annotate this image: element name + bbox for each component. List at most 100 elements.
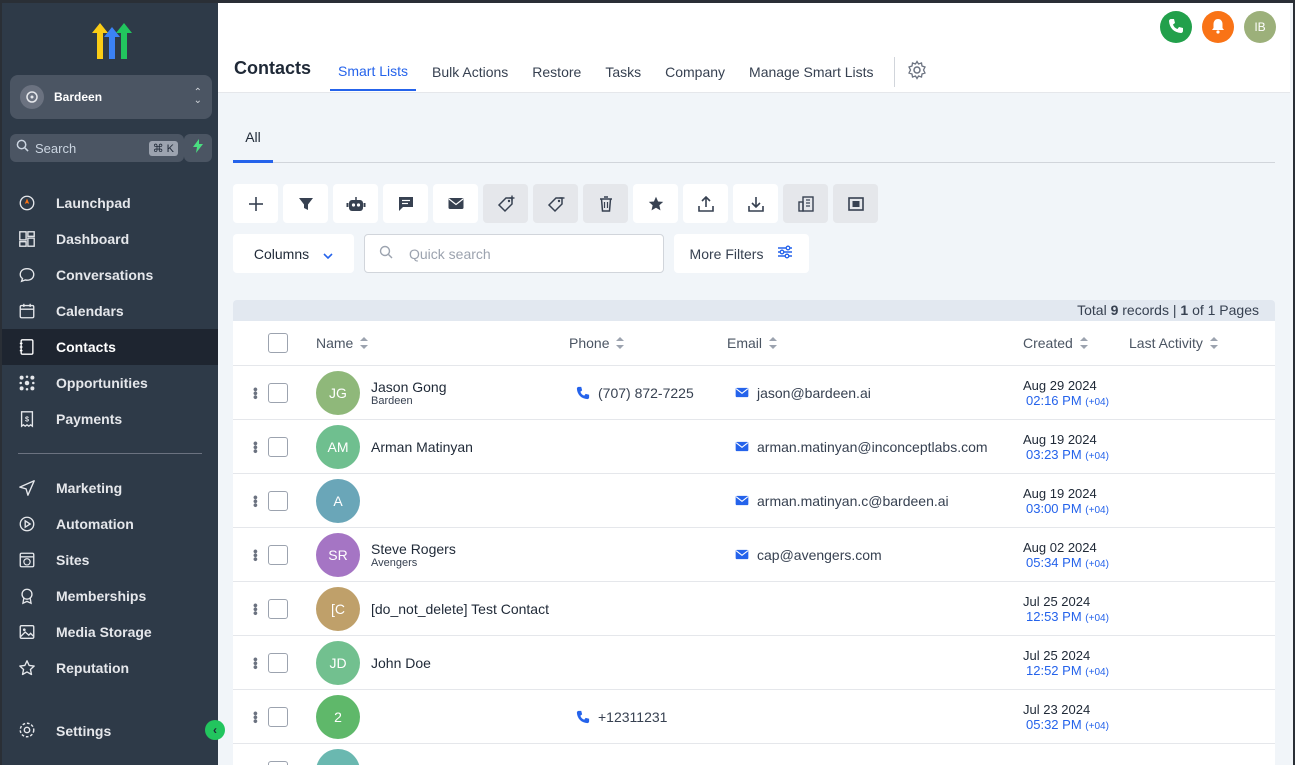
phone-button[interactable] xyxy=(1160,11,1192,43)
merge-button[interactable] xyxy=(833,184,878,223)
column-header-email[interactable]: Email xyxy=(727,321,778,365)
contact-email[interactable]: arman.matinyan.c@bardeen.ai xyxy=(757,493,949,509)
drag-handle-icon[interactable]: ••• xyxy=(248,441,264,453)
column-header-last-activity[interactable]: Last Activity xyxy=(1129,321,1219,365)
sidebar-item-opportunities[interactable]: Opportunities xyxy=(2,365,218,401)
select-all-checkbox[interactable] xyxy=(268,333,288,353)
tab-bulk-actions[interactable]: Bulk Actions xyxy=(424,53,516,91)
sidebar-item-contacts[interactable]: Contacts xyxy=(2,329,218,365)
sidebar-item-media-storage[interactable]: Media Storage xyxy=(2,614,218,650)
avatar[interactable] xyxy=(316,748,360,765)
row-checkbox[interactable] xyxy=(268,436,288,457)
columns-button[interactable]: Columns xyxy=(233,234,354,273)
sidebar-item-calendars[interactable]: Calendars xyxy=(2,293,218,329)
contact-phone[interactable]: (707) 872-7225 xyxy=(598,385,694,401)
contact-email[interactable]: jason@bardeen.ai xyxy=(757,385,871,401)
sidebar-item-settings[interactable]: Settings xyxy=(2,713,218,749)
export-icon xyxy=(697,195,714,212)
avatar[interactable]: [C xyxy=(316,586,360,631)
avatar[interactable]: SR xyxy=(316,532,360,577)
row-checkbox[interactable] xyxy=(268,598,288,619)
sidebar-item-launchpad[interactable]: Launchpad xyxy=(2,185,218,221)
robot-button[interactable] xyxy=(333,184,378,223)
quick-action-button[interactable] xyxy=(184,134,212,162)
contact-email[interactable]: cap@avengers.com xyxy=(757,547,882,563)
star-button[interactable] xyxy=(633,184,678,223)
quick-search-input[interactable]: Quick search xyxy=(364,234,664,273)
sidebar-item-reputation[interactable]: Reputation xyxy=(2,650,218,686)
table-row[interactable]: ••• Aarman.matinyan.c@bardeen.ai Aug 19 20… xyxy=(233,474,1275,528)
sort-icon xyxy=(1209,336,1219,350)
tab-restore[interactable]: Restore xyxy=(524,53,589,91)
building-button[interactable] xyxy=(783,184,828,223)
column-header-name[interactable]: Name xyxy=(316,321,369,365)
drag-handle-icon[interactable]: ••• xyxy=(248,711,264,723)
sidebar-item-dashboard[interactable]: Dashboard xyxy=(2,221,218,257)
sidebar-item-sites[interactable]: Sites xyxy=(2,542,218,578)
contact-phone[interactable]: +12311231 xyxy=(598,709,667,725)
contact-name[interactable]: [do_not_delete] Test Contact xyxy=(371,601,549,617)
row-checkbox[interactable] xyxy=(268,652,288,673)
tab-smart-lists[interactable]: Smart Lists xyxy=(330,53,417,91)
collapse-sidebar-button[interactable]: ‹ xyxy=(205,720,225,740)
message-button[interactable] xyxy=(383,184,428,223)
table-row[interactable]: ••• JG Jason Gong Bardeen (707) 872-7225 jaso… xyxy=(233,366,1275,420)
row-checkbox[interactable] xyxy=(268,382,288,403)
email-button[interactable] xyxy=(433,184,478,223)
drag-handle-icon[interactable]: ••• xyxy=(248,495,264,507)
row-checkbox[interactable] xyxy=(268,706,288,727)
add-button[interactable] xyxy=(233,184,278,223)
row-checkbox[interactable] xyxy=(268,760,288,765)
table-row[interactable]: •••Jun 27 2024 xyxy=(233,744,1275,765)
notifications-button[interactable] xyxy=(1202,11,1234,43)
tab-tasks[interactable]: Tasks xyxy=(597,53,649,91)
table-row[interactable]: ••• AM Arman Matinyan arman.matinyan@inconc… xyxy=(233,420,1275,474)
account-switcher[interactable]: Bardeen ⌃ ⌄ xyxy=(10,75,212,119)
column-header-phone[interactable]: Phone xyxy=(569,321,625,365)
main-content: Contacts Smart Lists Bulk Actions Restore T… xyxy=(218,3,1293,765)
row-checkbox[interactable] xyxy=(268,544,288,565)
sidebar-item-label: Media Storage xyxy=(56,624,152,640)
contact-email[interactable]: arman.matinyan@inconceptlabs.com xyxy=(757,439,988,455)
tag-add-button[interactable] xyxy=(483,184,528,223)
more-filters-button[interactable]: More Filters xyxy=(674,234,809,273)
contact-name[interactable]: Jason Gong xyxy=(371,379,447,395)
sidebar-item-memberships[interactable]: Memberships xyxy=(2,578,218,614)
column-header-created[interactable]: Created xyxy=(1023,321,1089,365)
contact-name[interactable]: Arman Matinyan xyxy=(371,439,473,455)
import-button[interactable] xyxy=(733,184,778,223)
contact-name[interactable]: Steve Rogers xyxy=(371,541,456,557)
sidebar-item-marketing[interactable]: Marketing xyxy=(2,470,218,506)
tab-manage-smart-lists[interactable]: Manage Smart Lists xyxy=(741,53,882,91)
drag-handle-icon[interactable]: ••• xyxy=(248,549,264,561)
drag-handle-icon[interactable]: ••• xyxy=(248,657,264,669)
row-checkbox[interactable] xyxy=(268,490,288,511)
building-icon xyxy=(797,195,814,212)
sidebar-item-payments[interactable]: $ Payments xyxy=(2,401,218,437)
sidebar-item-automation[interactable]: Automation xyxy=(2,506,218,542)
drag-handle-icon[interactable]: ••• xyxy=(248,603,264,615)
tab-company[interactable]: Company xyxy=(657,53,733,91)
user-avatar[interactable]: IB xyxy=(1244,11,1276,43)
trash-button[interactable] xyxy=(583,184,628,223)
avatar[interactable]: A xyxy=(316,478,360,523)
sidebar-item-conversations[interactable]: Conversations xyxy=(2,257,218,293)
tab-all[interactable]: All xyxy=(233,113,273,163)
contact-name[interactable]: John Doe xyxy=(371,655,431,671)
filter-button[interactable] xyxy=(283,184,328,223)
sidebar-search[interactable]: Search ⌘ K xyxy=(10,134,184,162)
avatar[interactable]: JD xyxy=(316,640,360,685)
export-button[interactable] xyxy=(683,184,728,223)
avatar[interactable]: 2 xyxy=(316,694,360,739)
created-date: Aug 19 2024 xyxy=(1023,485,1097,501)
table-row[interactable]: ••• [C [do_not_delete] Test Contact Jul 25 … xyxy=(233,582,1275,636)
avatar[interactable]: AM xyxy=(316,424,360,469)
tag-remove-button[interactable] xyxy=(533,184,578,223)
drag-handle-icon[interactable]: ••• xyxy=(248,387,264,399)
header-bar: Contacts Smart Lists Bulk Actions Restore T… xyxy=(218,3,1290,93)
table-row[interactable]: ••• 2 +12311231 Jul 23 2024 05:32 PM (+04) xyxy=(233,690,1275,744)
settings-gear-button[interactable] xyxy=(907,53,927,91)
avatar[interactable]: JG xyxy=(316,370,360,415)
table-row[interactable]: ••• SR Steve Rogers Avengers cap@avengers.co… xyxy=(233,528,1275,582)
table-row[interactable]: ••• JD John Doe Jul 25 2024 12:52 PM (+04) xyxy=(233,636,1275,690)
